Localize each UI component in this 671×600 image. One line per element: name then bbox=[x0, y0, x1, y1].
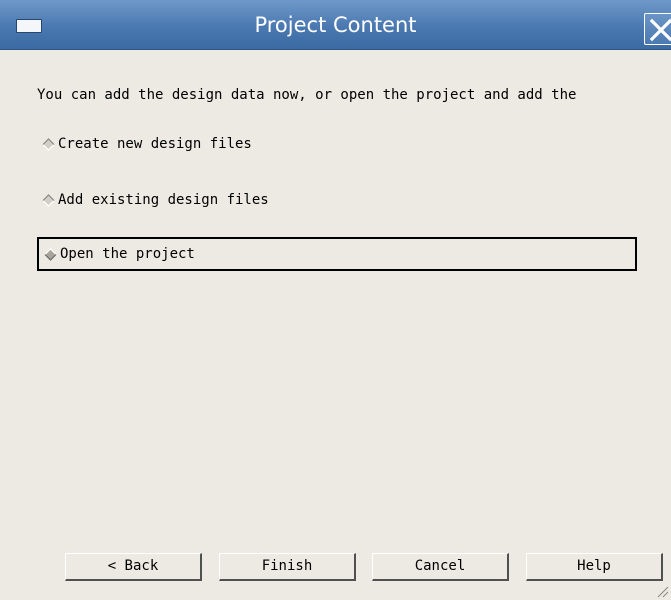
cancel-button[interactable]: Cancel bbox=[372, 553, 509, 581]
help-button[interactable]: Help bbox=[526, 553, 663, 581]
finish-button[interactable]: Finish bbox=[219, 553, 356, 581]
window-title: Project Content bbox=[254, 13, 417, 37]
back-button[interactable]: < Back bbox=[65, 553, 202, 581]
close-button[interactable] bbox=[644, 13, 671, 45]
radio-diamond-icon bbox=[44, 247, 57, 261]
dialog-body: You can add the design data now, or open… bbox=[0, 50, 671, 600]
option-open-the-project[interactable]: Open the project bbox=[37, 237, 637, 271]
option-label: Create new design files bbox=[58, 136, 252, 152]
resize-grip-icon[interactable] bbox=[655, 584, 669, 598]
intro-text: You can add the design data now, or open… bbox=[37, 87, 577, 103]
option-add-existing-design-files[interactable]: Add existing design files bbox=[37, 183, 637, 217]
option-create-new-design-files[interactable]: Create new design files bbox=[37, 127, 637, 161]
option-label: Open the project bbox=[60, 246, 195, 262]
option-label: Add existing design files bbox=[58, 192, 269, 208]
close-icon bbox=[649, 18, 671, 42]
radio-diamond-icon bbox=[42, 137, 55, 151]
title-bar[interactable]: Project Content bbox=[0, 0, 671, 50]
radio-diamond-icon bbox=[42, 193, 55, 207]
